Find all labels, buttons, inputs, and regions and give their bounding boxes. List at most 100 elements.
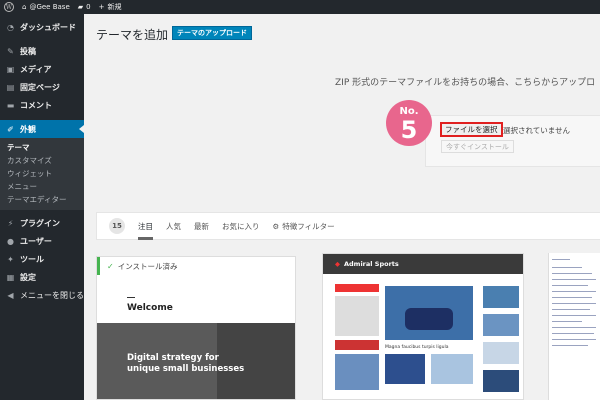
sidebar-item-label: 外観 [20,124,36,134]
wp-logo-menu[interactable]: W [0,0,18,14]
preview-sidebar-box [335,340,379,350]
preview-text-line [552,315,596,316]
settings-icon: ▦ [6,272,15,282]
preview-car [405,308,453,330]
choose-file-button[interactable]: ファイルを選択 [440,122,503,137]
sidebar-item-label: メニューを閉じる [20,290,84,300]
preview-text-line [552,321,582,322]
sidebar-item-label: プラグイン [20,218,60,228]
divider [127,297,135,298]
preview-thumb [385,354,425,384]
page-title: テーマを追加 [96,28,169,42]
preview-thumb [483,342,519,364]
step-badge-number: 5 [400,116,418,144]
new-label: 新規 [107,3,122,11]
preview-thumb [483,286,519,308]
dashboard-icon: ◔ [7,22,14,32]
preview-text-line [552,339,596,340]
sidebar-item-dashboard[interactable]: ◔ ダッシュボード [0,18,84,36]
sidebar-item-label: コメント [20,100,52,110]
wrench-icon: ✦ [7,254,14,264]
file-status-text: 選択されていません [503,126,571,135]
sidebar-item-pages[interactable]: ▤ 固定ページ [0,78,84,96]
theme-card[interactable]: ◆ Admiral Sports Magna faucibus turpis li… [322,253,524,400]
submenu-item-theme-editor[interactable]: テーマエディター [0,193,84,206]
preview-text-line [552,345,588,346]
comment-icon: ▰ [77,3,84,11]
preview-thumb [483,314,519,336]
preview-text-line [552,309,590,310]
sidebar-item-settings[interactable]: ▦ 設定 [0,268,84,286]
feature-filter-button[interactable]: ⚙ 特徴フィルター [273,212,335,240]
tab-popular[interactable]: 人気 [166,212,181,240]
checkmark-icon: ✓ [107,261,114,271]
sidebar-item-collapse[interactable]: ◀ メニューを閉じる [0,286,84,304]
submenu-item-menus[interactable]: メニュー [0,180,84,193]
sidebar-item-label: メディア [20,64,52,74]
theme-count-badge: 15 [109,218,125,234]
sidebar-item-label: ツール [20,254,44,264]
sidebar-item-label: ユーザー [20,236,52,246]
plugin-icon: ⚡ [7,218,14,228]
theme-card[interactable] [548,253,600,400]
comments-count: 0 [86,3,91,11]
install-now-button[interactable]: 今すぐインストール [441,140,514,153]
preview-thumb [431,354,473,384]
preview-sidebar-box [335,284,379,292]
theme-preview-header: ◆ Admiral Sports [323,254,523,274]
step-badge: No. 5 [386,100,432,146]
sidebar-item-posts[interactable]: ✎ 投稿 [0,42,84,60]
preview-text-line [552,267,582,268]
theme-preview-hero-image [385,286,473,340]
preview-text-line [552,333,594,334]
plus-icon: + [98,3,105,11]
theme-card[interactable]: ✓ インストール済み Welcome Digital strategy for u… [96,256,296,400]
preview-text-line [552,291,596,292]
brush-icon: ✐ [7,124,14,134]
pin-icon: ✎ [7,46,14,56]
preview-text-line [552,303,596,304]
upload-instructions: ZIP 形式のテーマファイルをお持ちの場合、こちらからアップロ [335,78,596,88]
theme-preview-heading: Welcome [127,303,173,313]
submenu-item-customize[interactable]: カスタマイズ [0,154,84,167]
submenu-item-themes[interactable]: テーマ [0,141,84,154]
tab-latest[interactable]: 最新 [194,212,209,240]
site-name: @Gee Base [29,3,70,11]
sidebar-item-label: 固定ページ [20,82,60,92]
tab-featured[interactable]: 注目 [138,212,153,240]
home-icon: ⌂ [22,3,27,11]
preview-thumb [483,370,519,392]
installed-notice: ✓ インストール済み [97,257,295,275]
installed-label: インストール済み [117,261,178,271]
admin-sidebar: ◔ ダッシュボード ✎ 投稿 ▣ メディア ▤ 固定ページ ▬ コメント ✐ 外観 テーマ … [0,14,84,400]
sidebar-item-label: 投稿 [20,46,36,56]
preview-text-line [552,279,596,280]
sidebar-item-media[interactable]: ▣ メディア [0,60,84,78]
preview-text-line [552,285,588,286]
preview-sidebar-box [335,296,379,336]
appearance-submenu: テーマ カスタマイズ ウィジェット メニュー テーマエディター [0,138,84,210]
sidebar-item-label: 設定 [20,272,36,282]
feature-filter-label: 特徴フィルター [282,221,335,231]
page-icon: ▤ [6,82,15,92]
sidebar-item-comments[interactable]: ▬ コメント [0,96,84,114]
wordpress-logo-icon: W [4,2,14,12]
new-content-link[interactable]: + 新規 [95,0,126,14]
theme-preview-site-title: Admiral Sports [344,260,399,268]
upload-theme-button[interactable]: テーマのアップロード [172,26,252,40]
media-icon: ▣ [6,64,15,74]
sidebar-item-appearance[interactable]: ✐ 外観 [0,120,84,138]
user-icon: ● [7,236,14,246]
site-name-link[interactable]: ⌂ @Gee Base [18,0,74,14]
sidebar-item-users[interactable]: ● ユーザー [0,232,84,250]
admin-bar: W ⌂ @Gee Base ▰ 0 + 新規 [0,0,600,14]
preview-text-line [552,273,592,274]
theme-preview-hero-caption: Magna faucibus turpis ligula [385,345,449,350]
sidebar-item-plugins[interactable]: ⚡ プラグイン [0,214,84,232]
submenu-item-widgets[interactable]: ウィジェット [0,167,84,180]
tab-favorites[interactable]: お気に入り [222,212,260,240]
gear-icon: ⚙ [272,221,280,231]
preview-text-line [552,259,570,260]
sidebar-item-tools[interactable]: ✦ ツール [0,250,84,268]
comments-link[interactable]: ▰ 0 [74,0,95,14]
